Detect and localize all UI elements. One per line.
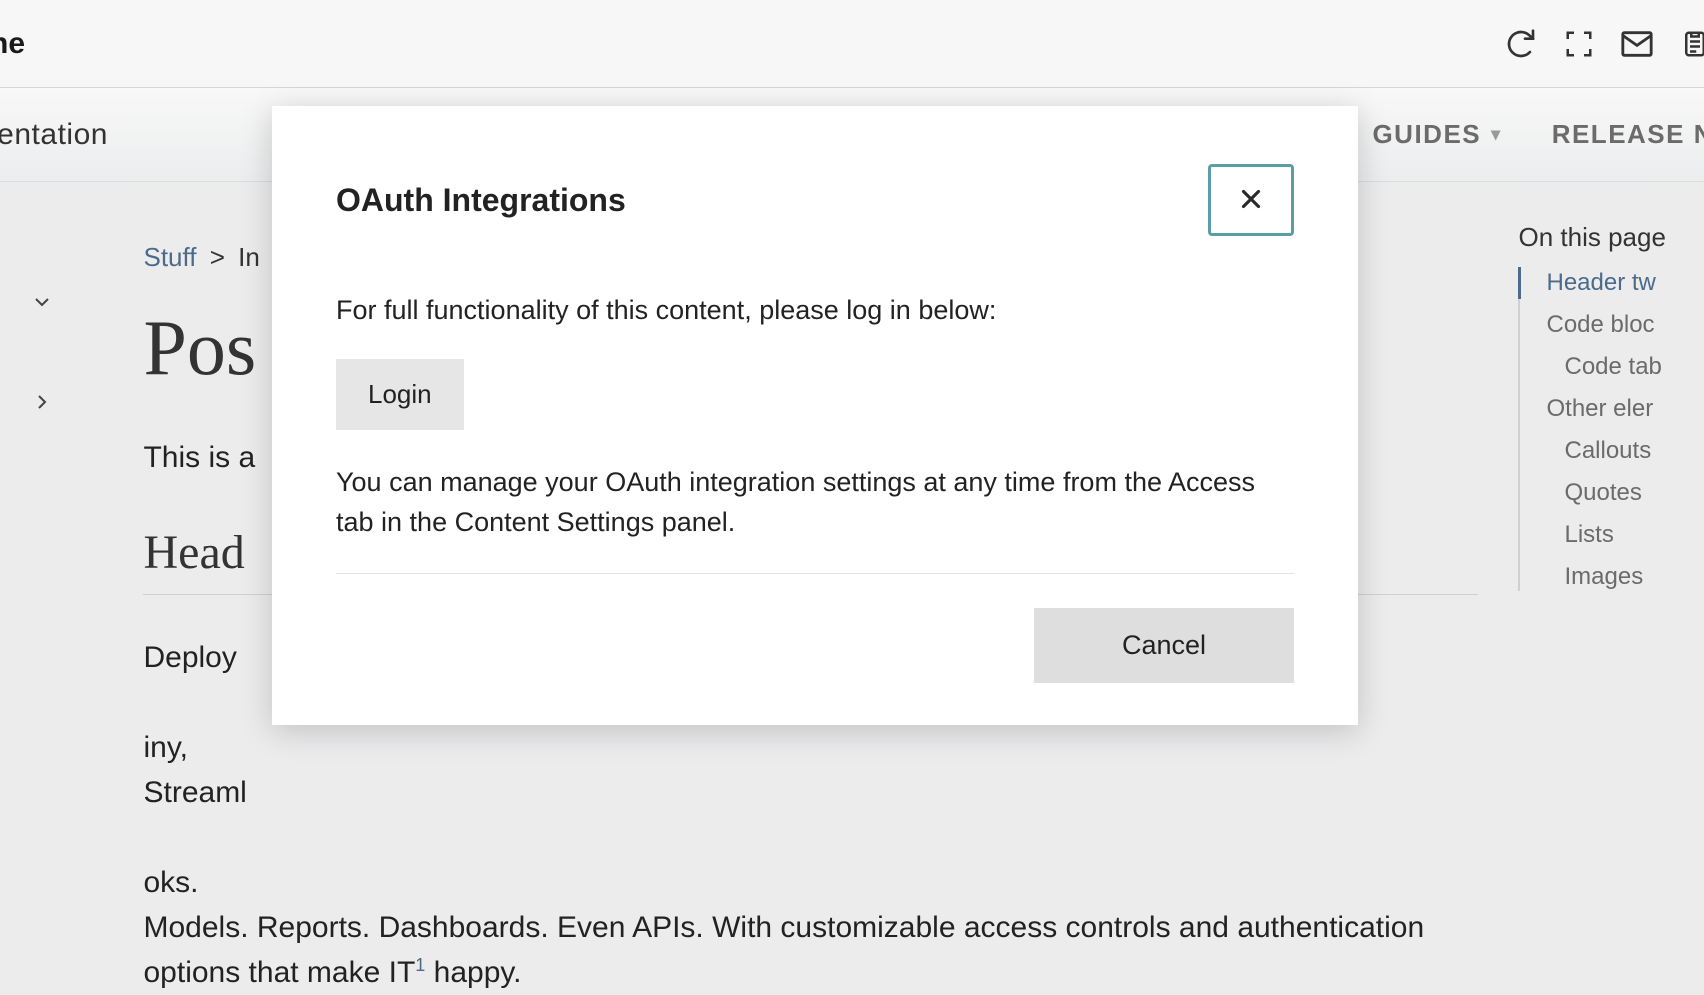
modal-divider [336, 573, 1294, 574]
app-title: ne [0, 27, 25, 61]
toc-item[interactable]: Header tw [1546, 269, 1704, 297]
modal-help-text: You can manage your OAuth integration se… [336, 462, 1294, 543]
footnote-ref[interactable]: 1 [415, 955, 425, 975]
nav-item-label: GUIDES [1372, 119, 1481, 150]
chevron-down-icon: ▾ [1491, 124, 1502, 145]
refresh-icon[interactable] [1504, 27, 1538, 61]
para-fragment: Deploy [143, 641, 236, 674]
modal-intro-text: For full functionality of this content, … [336, 290, 1294, 331]
chevron-down-icon[interactable] [22, 282, 62, 322]
breadcrumb-link[interactable]: Stuff [143, 242, 196, 272]
oauth-modal: OAuth Integrations For full functionalit… [272, 106, 1358, 725]
toc-item[interactable]: Images [1546, 563, 1704, 591]
nav-item-label: RELEASE N [1552, 119, 1704, 150]
para-fragment: Models. Reports. Dashboards. Even APIs. … [143, 911, 1424, 989]
breadcrumb-separator: > [210, 242, 225, 272]
toc-title: On this page [1518, 222, 1704, 253]
toc-item[interactable]: Quotes [1546, 479, 1704, 507]
navbar-title-fragment: nentation [0, 118, 108, 152]
toc-item[interactable]: Other eler [1546, 395, 1704, 423]
close-button[interactable] [1208, 164, 1294, 236]
navbar-links: GUIDES ▾ RELEASE N [1372, 119, 1704, 150]
toolbar-actions [1504, 27, 1694, 61]
para-fragment: oks. [143, 866, 198, 899]
breadcrumb-current: In [238, 242, 260, 272]
login-button[interactable]: Login [336, 359, 464, 430]
modal-header: OAuth Integrations [336, 164, 1294, 236]
toc-item[interactable]: Code tab [1546, 353, 1704, 381]
toc-item[interactable]: Code bloc [1546, 311, 1704, 339]
toc-list: Header tw Code bloc Code tab Other eler … [1518, 269, 1704, 591]
nav-item-guides[interactable]: GUIDES ▾ [1372, 119, 1501, 150]
table-of-contents: On this page Header tw Code bloc Code ta… [1518, 182, 1704, 936]
close-icon [1236, 184, 1266, 217]
cancel-button[interactable]: Cancel [1034, 608, 1294, 683]
toc-item[interactable]: Lists [1546, 521, 1704, 549]
top-toolbar: ne [0, 0, 1704, 88]
modal-footer: Cancel [336, 608, 1294, 683]
modal-title: OAuth Integrations [336, 182, 626, 219]
fullscreen-icon[interactable] [1562, 27, 1596, 61]
nav-item-release[interactable]: RELEASE N [1552, 119, 1704, 150]
para-fragment: happy. [425, 956, 521, 989]
clipboard-icon[interactable] [1678, 27, 1704, 61]
toc-item[interactable]: Callouts [1546, 437, 1704, 465]
para-fragment: iny, [143, 731, 187, 764]
modal-body: For full functionality of this content, … [336, 290, 1294, 574]
left-sidebar [0, 182, 83, 936]
chevron-right-icon[interactable] [22, 382, 62, 422]
mail-icon[interactable] [1620, 27, 1654, 61]
para-fragment: Streaml [143, 776, 246, 809]
